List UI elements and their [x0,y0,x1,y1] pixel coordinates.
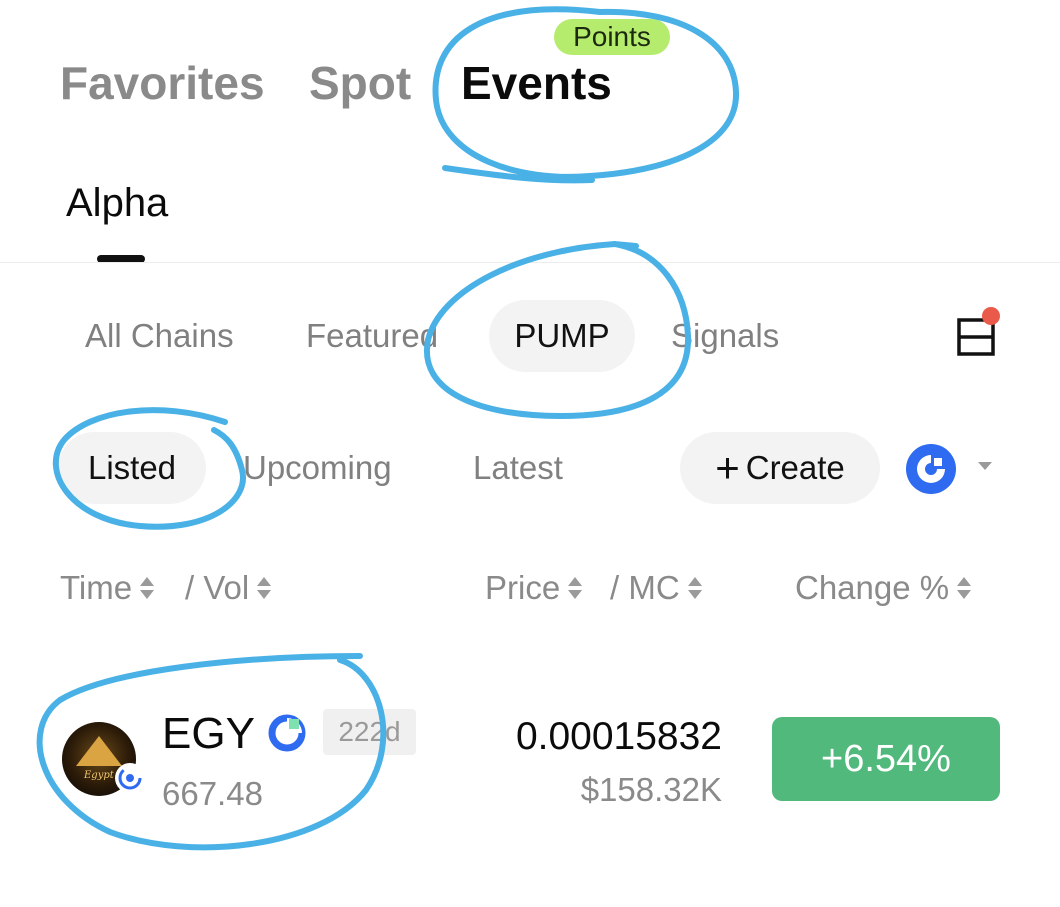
filter-featured[interactable]: Featured [306,314,438,358]
filter-signals[interactable]: Signals [671,314,779,358]
token-volume: 667.48 [162,775,263,812]
column-mc-label: / MC [610,569,680,606]
sort-arrows-icon [568,575,583,601]
change-badge[interactable]: +6.54% [772,717,1000,801]
column-vol-label: / Vol [185,569,250,606]
sort-arrows-icon [687,575,702,601]
pyramid-icon [76,736,122,766]
tab-events[interactable]: Events [461,56,612,110]
column-change-label: Change % [795,569,950,606]
column-price[interactable]: Price [485,566,583,610]
tab-alpha[interactable]: Alpha [66,180,168,226]
token-price: 0.00015832 [515,715,722,758]
chevron-down-icon[interactable] [978,462,992,470]
sort-arrows-icon [957,575,972,601]
tab-spot[interactable]: Spot [309,56,411,110]
create-button[interactable]: + Create [680,432,880,504]
column-time-label: Time [60,569,133,606]
column-price-label: Price [485,569,561,606]
token-market-cap: $158.32K [580,771,722,808]
create-button-label: Create [745,449,845,486]
token-age-badge: 222d [323,709,416,755]
tab-favorites[interactable]: Favorites [60,56,265,110]
points-badge: Points [554,19,670,55]
column-time[interactable]: Time [60,566,155,610]
column-vol[interactable]: / Vol [185,566,272,610]
avatar-logo-text: Egypt [84,770,114,781]
column-mc[interactable]: / MC [610,566,702,610]
sort-arrows-icon [257,575,272,601]
header-divider [0,262,1060,263]
chain-badge-icon [115,763,145,793]
token-symbol: EGY [162,709,255,758]
chain-logo-icon [268,714,306,752]
filter-upcoming[interactable]: Upcoming [243,446,392,490]
column-change[interactable]: Change % [795,566,972,610]
notification-dot [982,307,1000,325]
filter-all-chains[interactable]: All Chains [85,314,234,358]
filter-listed[interactable]: Listed [58,432,206,504]
sort-arrows-icon [140,575,155,601]
filter-pump[interactable]: PUMP [489,300,635,372]
filter-latest[interactable]: Latest [473,446,563,490]
chain-logo-icon[interactable] [906,444,956,494]
plus-icon: + [715,444,740,491]
